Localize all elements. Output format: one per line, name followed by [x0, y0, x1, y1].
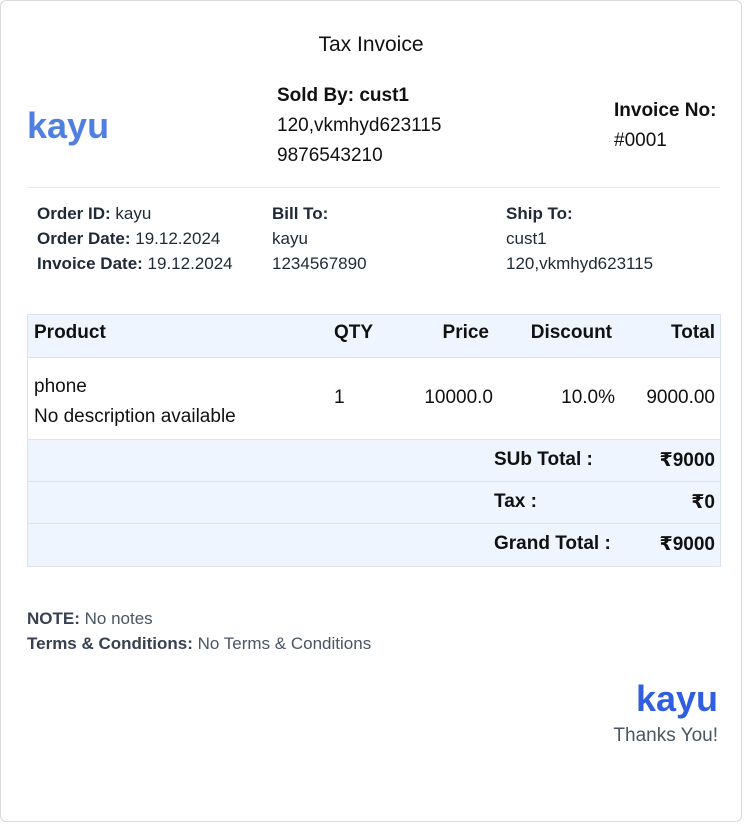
- order-date-label: Order Date:: [37, 229, 131, 248]
- invoice-date: 19.12.2024: [147, 254, 233, 273]
- invoice-date-label: Invoice Date:: [37, 254, 143, 273]
- product-description: No description available: [34, 406, 236, 427]
- bill-to-label: Bill To:: [272, 204, 329, 223]
- invoice-title: Tax Invoice: [318, 33, 424, 56]
- tax-value: ₹0: [691, 492, 715, 513]
- invoice-number-block: Invoice No: #0001: [614, 96, 716, 156]
- ship-to-address: 120,vkmhyd623115: [506, 254, 654, 273]
- bill-to-name: kayu: [272, 229, 308, 248]
- invoice-number-label: Invoice No:: [614, 100, 717, 121]
- header-divider: [27, 187, 720, 188]
- subtotal-row: SUb Total : ₹9000: [28, 440, 720, 482]
- order-id-label: Order ID:: [37, 204, 111, 223]
- header-discount: Discount: [530, 322, 612, 343]
- subtotal-label: SUb Total :: [494, 449, 593, 470]
- product-name: phone: [34, 376, 87, 397]
- thanks-text: Thanks You!: [613, 725, 718, 746]
- table-header-row: Product QTY Price Discount Total: [28, 315, 720, 358]
- order-info: Order ID: kayu Order Date: 19.12.2024 In…: [37, 201, 233, 276]
- header-qty: QTY: [334, 322, 374, 343]
- invoice-page: Tax Invoice kayu Sold By: cust1 120,vkmh…: [0, 0, 742, 822]
- seller-block: Sold By: cust1 120,vkmhyd623115 98765432…: [277, 81, 441, 171]
- product-cell: phone No description available: [34, 372, 236, 432]
- order-id: kayu: [115, 204, 152, 223]
- seller-phone: 9876543210: [277, 145, 383, 166]
- table-row: phone No description available 1 10000.0…: [28, 358, 720, 440]
- item-price: 10000.0: [424, 387, 493, 408]
- terms-text: No Terms & Conditions: [197, 634, 372, 653]
- note-text: No notes: [84, 609, 153, 628]
- brand-logo-text: kayu: [27, 105, 110, 146]
- subtotal-value: ₹9000: [659, 450, 716, 471]
- invoice-date-line: Invoice Date: 19.12.2024: [37, 251, 233, 276]
- footer-brand: kayu: [635, 678, 718, 719]
- header-product: Product: [34, 322, 106, 343]
- order-date: 19.12.2024: [135, 229, 221, 248]
- item-total: 9000.00: [646, 387, 715, 408]
- item-discount: 10.0%: [561, 387, 615, 408]
- seller-address: 120,vkmhyd623115: [277, 115, 442, 136]
- ship-to: Ship To: cust1 120,vkmhyd623115: [506, 201, 653, 276]
- seller-name-line: Sold By: cust1: [277, 81, 441, 111]
- grand-total-label: Grand Total :: [494, 533, 611, 554]
- terms-line: Terms & Conditions: No Terms & Condition…: [27, 631, 371, 656]
- grand-total-value: ₹9000: [659, 534, 716, 555]
- sold-by-label: Sold By:: [277, 85, 355, 106]
- note-line: NOTE: No notes: [27, 606, 371, 631]
- note-label: NOTE:: [27, 609, 80, 628]
- bill-to-phone: 1234567890: [272, 254, 367, 273]
- invoice-number: #0001: [614, 130, 667, 151]
- seller-name: cust1: [359, 85, 409, 106]
- grand-total-row: Grand Total : ₹9000: [28, 524, 720, 566]
- items-table: Product QTY Price Discount Total phone N…: [27, 314, 721, 567]
- ship-to-name: cust1: [506, 229, 547, 248]
- terms-label: Terms & Conditions:: [27, 634, 193, 653]
- bill-to: Bill To: kayu 1234567890: [272, 201, 367, 276]
- notes-block: NOTE: No notes Terms & Conditions: No Te…: [27, 606, 371, 656]
- header-total: Total: [671, 322, 715, 343]
- item-qty: 1: [334, 387, 345, 408]
- ship-to-label: Ship To:: [506, 204, 573, 223]
- tax-label: Tax :: [494, 491, 537, 512]
- header-price: Price: [442, 322, 489, 343]
- tax-row: Tax : ₹0: [28, 482, 720, 524]
- order-date-line: Order Date: 19.12.2024: [37, 226, 233, 251]
- order-id-line: Order ID: kayu: [37, 201, 233, 226]
